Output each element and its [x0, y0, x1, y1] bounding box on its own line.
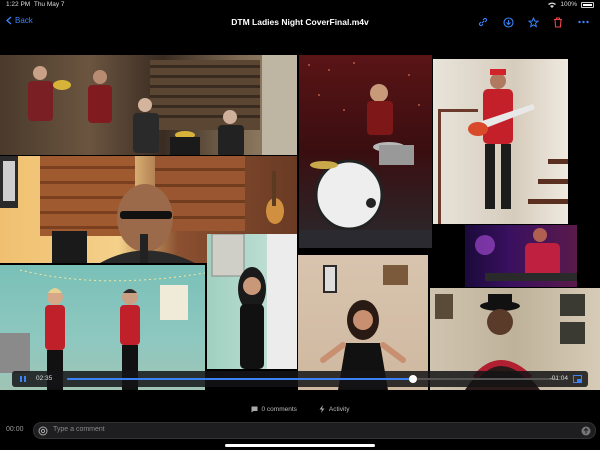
send-icon[interactable]: [581, 426, 591, 436]
remaining-time: -01:04: [549, 375, 568, 382]
video-tile-keyboardist: [465, 225, 577, 287]
comment-bar: 00:00 Type a comment: [0, 420, 600, 440]
battery-icon: [581, 2, 594, 8]
link-icon[interactable]: [476, 15, 490, 29]
download-icon[interactable]: [501, 15, 515, 29]
status-right: 100%: [548, 0, 594, 10]
elapsed-time: 02:35: [36, 375, 53, 382]
comment-placeholder: Type a comment: [53, 426, 105, 433]
more-icon[interactable]: [576, 15, 590, 29]
activity-link[interactable]: Activity: [319, 403, 350, 415]
video-tile-horn-section: [0, 55, 297, 155]
pause-icon[interactable]: [18, 374, 28, 384]
scrubber-progress: [67, 378, 414, 380]
comments-count[interactable]: 0 comments: [251, 403, 297, 415]
video-tile-guitarist: [433, 59, 568, 224]
player-controls: 02:35 -01:04: [12, 371, 588, 387]
scrubber-handle[interactable]: [409, 375, 418, 383]
lightning-icon: [319, 405, 325, 413]
comment-timestamp[interactable]: 00:00: [6, 426, 24, 433]
status-time: 1:22 PM Thu May 7: [6, 1, 65, 8]
status-bar: 1:22 PM Thu May 7 100%: [0, 0, 600, 10]
home-indicator: [225, 444, 375, 447]
video-tile-drummer: [299, 55, 432, 248]
star-icon[interactable]: [526, 15, 540, 29]
trash-icon[interactable]: [551, 15, 565, 29]
picture-in-picture-icon[interactable]: [573, 375, 582, 383]
battery-percent: 100%: [560, 1, 577, 8]
video-tile-vocalist-center: [298, 255, 428, 390]
video-player[interactable]: [0, 55, 600, 390]
comment-icon: [251, 406, 257, 412]
comment-input[interactable]: Type a comment: [33, 422, 596, 439]
at-mention-icon[interactable]: [38, 426, 48, 436]
top-bar: Back DTM Ladies Night CoverFinal.m4v: [0, 10, 600, 34]
video-meta: 0 comments Activity: [0, 403, 600, 415]
wifi-icon: [548, 2, 557, 8]
scrubber-track[interactable]: [67, 375, 557, 383]
video-tile-vocalist-doorway: [207, 234, 297, 369]
